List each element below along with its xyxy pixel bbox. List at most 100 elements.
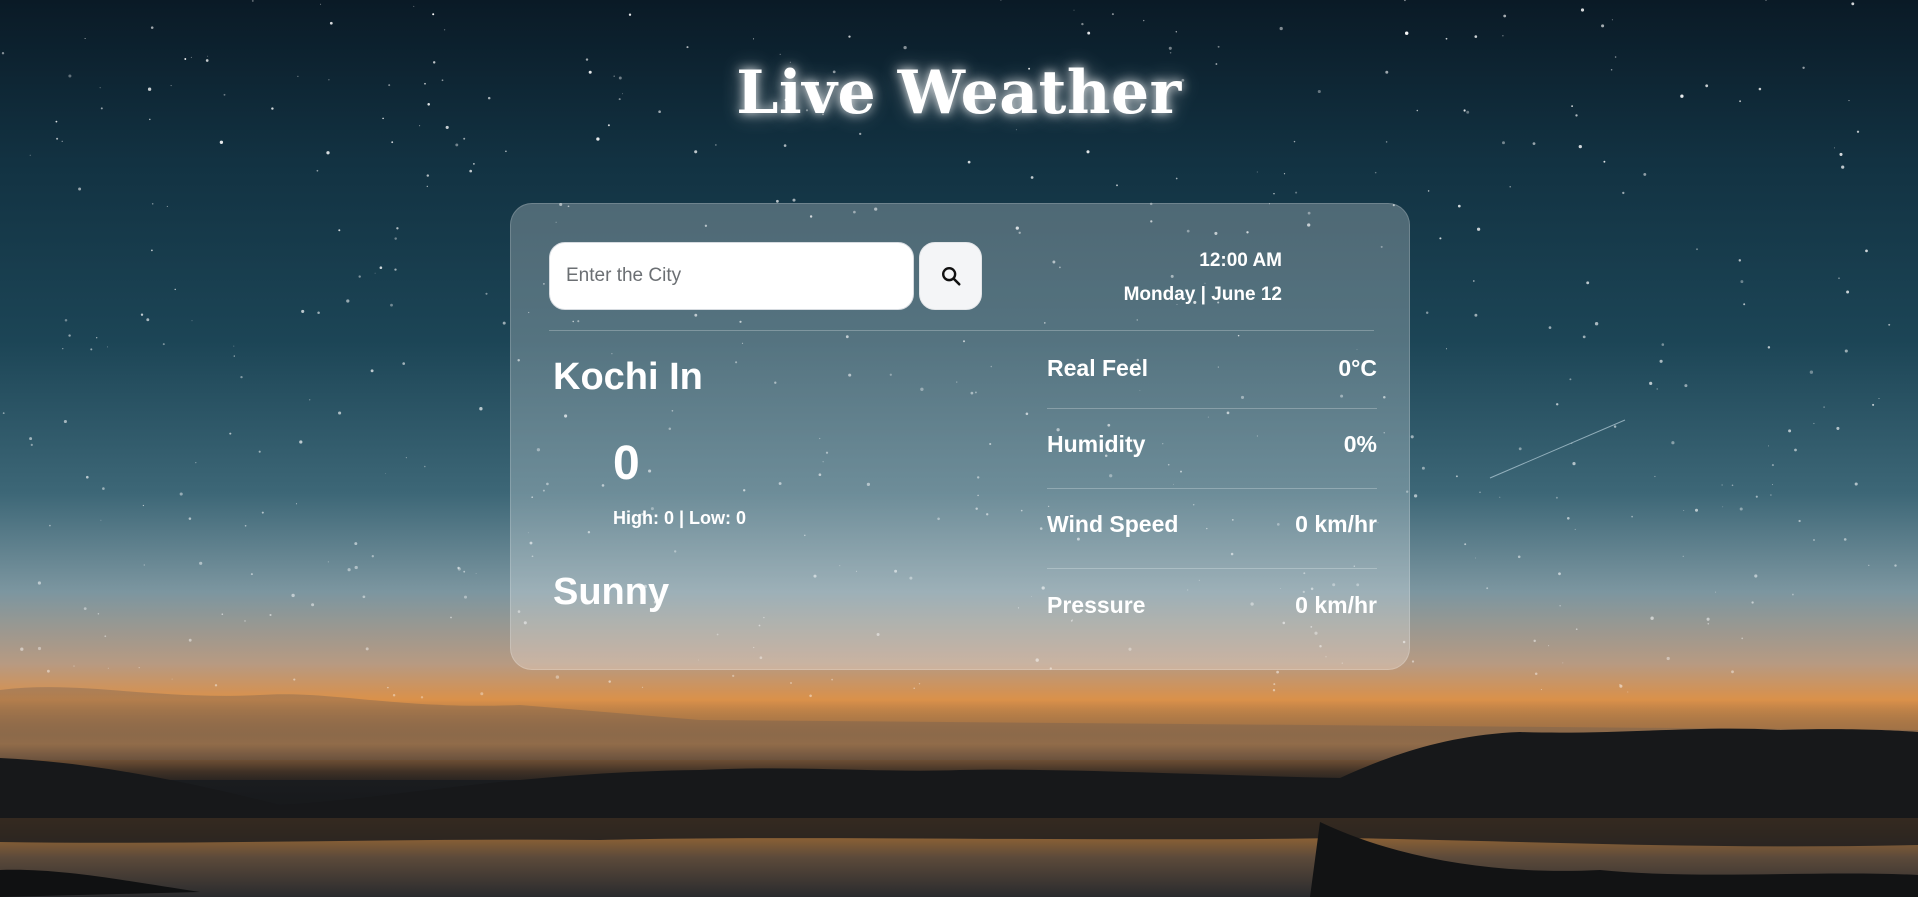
star bbox=[426, 174, 430, 177]
star bbox=[1517, 555, 1521, 559]
star bbox=[809, 694, 812, 698]
star bbox=[608, 680, 611, 683]
star bbox=[394, 268, 397, 271]
star bbox=[1768, 445, 1770, 447]
star bbox=[102, 487, 105, 490]
star bbox=[258, 450, 261, 453]
star bbox=[221, 613, 224, 615]
star bbox=[379, 266, 383, 270]
star bbox=[78, 187, 82, 191]
star bbox=[1457, 204, 1461, 208]
star bbox=[753, 38, 755, 40]
star bbox=[354, 542, 358, 546]
star bbox=[1532, 142, 1536, 145]
stat-row-humidity: Humidity 0% bbox=[1047, 409, 1377, 489]
star bbox=[1410, 435, 1414, 439]
star bbox=[199, 561, 203, 565]
star bbox=[1856, 130, 1860, 133]
star bbox=[151, 203, 154, 205]
star bbox=[457, 567, 461, 571]
star bbox=[1548, 645, 1550, 647]
star bbox=[1, 52, 5, 55]
star bbox=[1421, 466, 1425, 470]
star bbox=[1721, 484, 1723, 486]
star bbox=[391, 141, 394, 144]
star bbox=[329, 21, 333, 25]
star bbox=[1765, 0, 1767, 1]
star bbox=[1555, 496, 1558, 499]
star bbox=[443, 29, 446, 31]
star bbox=[207, 55, 209, 57]
star bbox=[1872, 403, 1875, 406]
star bbox=[1846, 290, 1850, 294]
star bbox=[783, 144, 787, 147]
star bbox=[424, 465, 426, 468]
star bbox=[789, 681, 793, 685]
city-search-input[interactable] bbox=[549, 242, 914, 310]
star bbox=[1771, 464, 1774, 467]
star bbox=[240, 375, 243, 379]
star bbox=[327, 561, 329, 563]
star bbox=[455, 143, 459, 147]
star bbox=[596, 137, 600, 141]
star bbox=[84, 37, 86, 40]
star bbox=[1813, 422, 1815, 425]
star bbox=[1666, 656, 1670, 661]
star bbox=[61, 140, 63, 142]
star bbox=[1738, 259, 1742, 262]
star bbox=[291, 593, 295, 598]
stat-label: Wind Speed bbox=[1047, 511, 1179, 537]
star bbox=[1682, 555, 1684, 557]
star bbox=[1427, 190, 1430, 192]
star bbox=[426, 185, 428, 188]
stat-value: 0% bbox=[1343, 431, 1377, 457]
star bbox=[1175, 177, 1178, 180]
star bbox=[1518, 447, 1522, 451]
star bbox=[107, 346, 108, 348]
star bbox=[1739, 507, 1743, 511]
star bbox=[1283, 173, 1286, 175]
star bbox=[316, 169, 319, 172]
star bbox=[338, 229, 341, 232]
star bbox=[1603, 160, 1606, 163]
star bbox=[1168, 46, 1172, 50]
star bbox=[1656, 388, 1658, 390]
star bbox=[1619, 684, 1621, 686]
star bbox=[387, 686, 389, 689]
star bbox=[1843, 538, 1847, 541]
star bbox=[1486, 587, 1489, 590]
star bbox=[1791, 593, 1794, 596]
star bbox=[326, 151, 330, 155]
star bbox=[1601, 24, 1605, 28]
star bbox=[1403, 0, 1406, 2]
star bbox=[1754, 574, 1758, 578]
star bbox=[49, 524, 51, 527]
star bbox=[1439, 237, 1442, 240]
star bbox=[37, 581, 41, 585]
star bbox=[469, 169, 473, 173]
star bbox=[1479, 491, 1481, 494]
star bbox=[480, 692, 484, 696]
star bbox=[68, 334, 71, 337]
star bbox=[293, 678, 296, 681]
star bbox=[146, 318, 150, 322]
star bbox=[1572, 462, 1576, 466]
star bbox=[1559, 605, 1561, 607]
stat-value: 0°C bbox=[1338, 355, 1377, 381]
star bbox=[1798, 519, 1801, 523]
star bbox=[1659, 359, 1663, 363]
search-button[interactable] bbox=[919, 242, 982, 310]
star bbox=[104, 635, 107, 638]
star bbox=[174, 288, 176, 291]
star bbox=[1073, 9, 1075, 11]
star bbox=[62, 348, 64, 350]
star bbox=[1411, 660, 1415, 663]
star bbox=[244, 620, 246, 622]
star bbox=[90, 348, 93, 351]
star bbox=[1555, 403, 1559, 406]
star bbox=[641, 686, 644, 688]
star bbox=[1740, 280, 1744, 284]
star bbox=[394, 237, 397, 240]
star bbox=[463, 137, 466, 140]
star bbox=[1661, 343, 1665, 346]
